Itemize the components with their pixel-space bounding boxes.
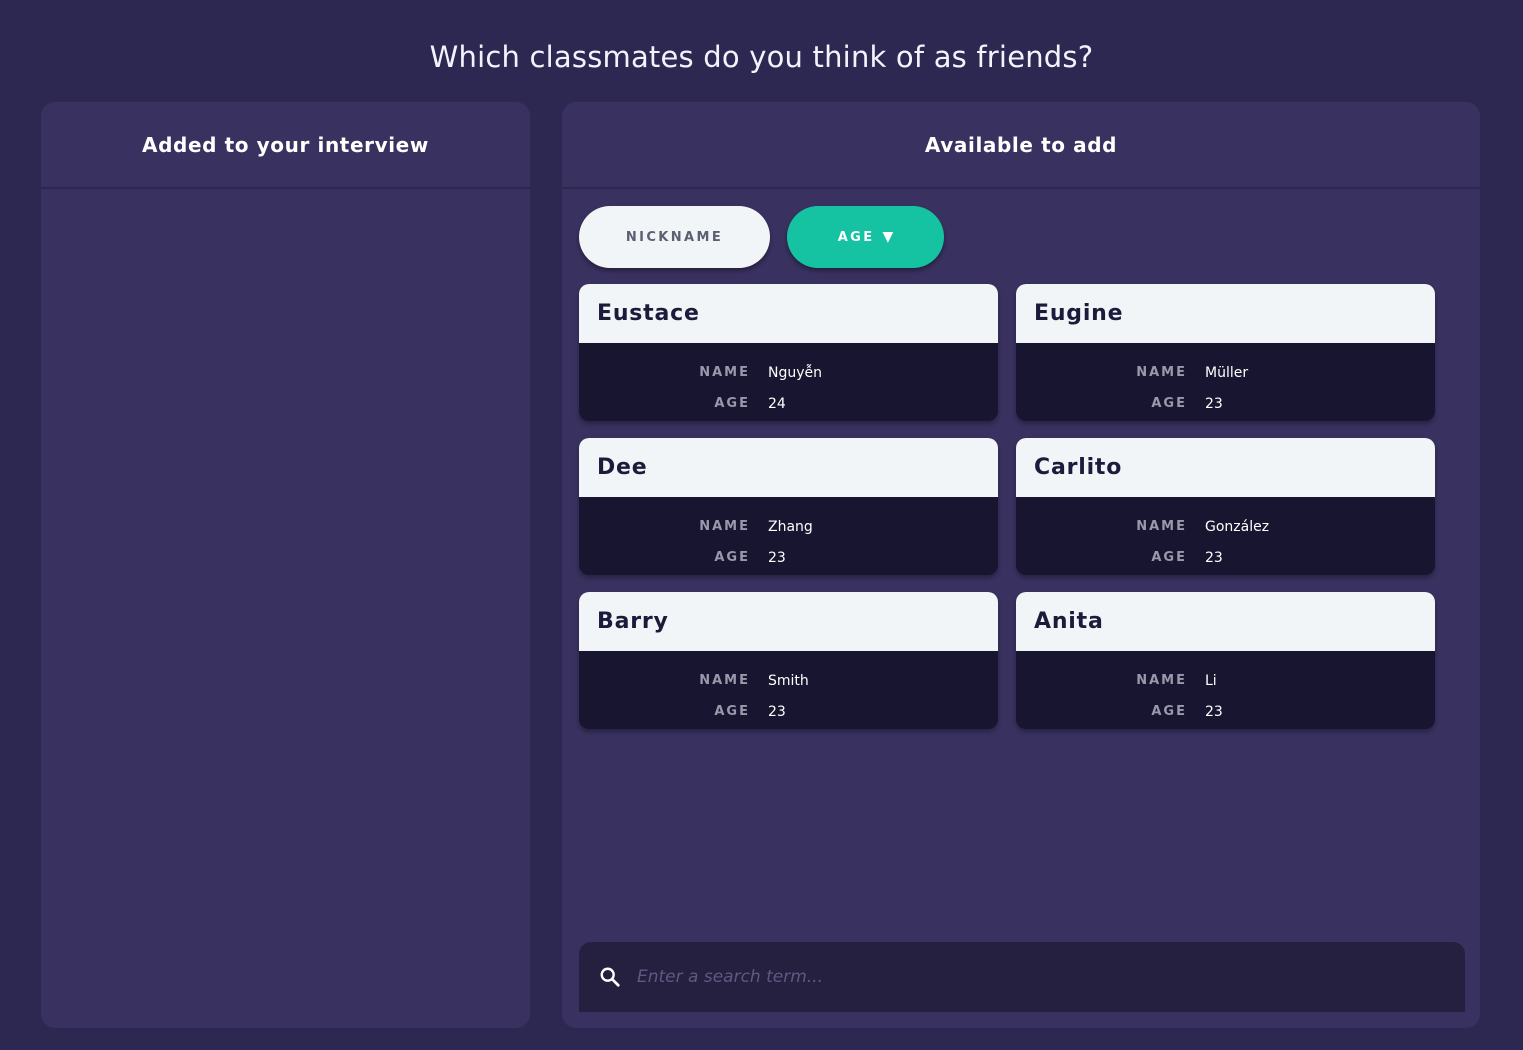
card-nickname: Carlito [1016, 438, 1435, 497]
name-row: NAME González [1016, 511, 1435, 542]
available-panel: Available to add NICKNAME AGE ▼ Eustace N… [562, 102, 1480, 1028]
age-row: AGE 23 [1016, 388, 1435, 419]
card-details: NAME González AGE 23 [1016, 497, 1435, 573]
search-input[interactable] [637, 967, 1417, 987]
person-card[interactable]: Eustace NAME Nguyễn AGE 24 [579, 284, 998, 421]
card-nickname: Barry [579, 592, 998, 651]
name-label: NAME [699, 519, 750, 534]
sort-descending-icon: ▼ [882, 229, 894, 245]
name-row: NAME Smith [579, 665, 998, 696]
card-nickname: Dee [579, 438, 998, 497]
name-label: NAME [1136, 673, 1187, 688]
age-row: AGE 23 [1016, 696, 1435, 727]
available-panel-title: Available to add [562, 102, 1480, 189]
name-value: Zhang [768, 518, 813, 535]
name-row: NAME Li [1016, 665, 1435, 696]
card-details: NAME Zhang AGE 23 [579, 497, 998, 573]
name-label: NAME [1136, 519, 1187, 534]
name-value: Smith [768, 672, 809, 689]
name-row: NAME Müller [1016, 357, 1435, 388]
name-row: NAME Nguyễn [579, 357, 998, 388]
person-card[interactable]: Carlito NAME González AGE 23 [1016, 438, 1435, 575]
age-row: AGE 23 [579, 542, 998, 573]
name-label: NAME [1136, 365, 1187, 380]
age-row: AGE 24 [579, 388, 998, 419]
sort-nickname-button[interactable]: NICKNAME [579, 206, 770, 268]
age-label: AGE [714, 396, 750, 411]
added-panel[interactable]: Added to your interview [41, 102, 530, 1028]
age-value: 23 [1205, 395, 1223, 412]
age-value: 23 [768, 703, 786, 720]
sort-age-button[interactable]: AGE ▼ [787, 206, 944, 268]
age-label: AGE [714, 704, 750, 719]
age-row: AGE 23 [579, 696, 998, 727]
added-panel-title: Added to your interview [41, 102, 530, 189]
name-label: NAME [699, 365, 750, 380]
age-label: AGE [1151, 396, 1187, 411]
person-card[interactable]: Anita NAME Li AGE 23 [1016, 592, 1435, 729]
name-row: NAME Zhang [579, 511, 998, 542]
age-row: AGE 23 [1016, 542, 1435, 573]
name-value: Müller [1205, 364, 1249, 381]
name-value: Nguyễn [768, 364, 823, 381]
search-icon [600, 967, 620, 987]
card-nickname: Anita [1016, 592, 1435, 651]
card-nickname: Eustace [579, 284, 998, 343]
age-value: 23 [1205, 549, 1223, 566]
question-prompt: Which classmates do you think of as frie… [429, 40, 1094, 74]
card-details: NAME Li AGE 23 [1016, 651, 1435, 727]
card-details: NAME Smith AGE 23 [579, 651, 998, 727]
age-label: AGE [1151, 550, 1187, 565]
person-card[interactable]: Dee NAME Zhang AGE 23 [579, 438, 998, 575]
sort-age-label: AGE [837, 229, 875, 245]
age-label: AGE [714, 550, 750, 565]
age-value: 23 [768, 549, 786, 566]
sort-nickname-label: NICKNAME [625, 229, 724, 245]
search-bar[interactable] [579, 942, 1465, 1012]
age-value: 24 [768, 395, 786, 412]
age-value: 23 [1205, 703, 1223, 720]
age-label: AGE [1151, 704, 1187, 719]
person-card[interactable]: Barry NAME Smith AGE 23 [579, 592, 998, 729]
card-details: NAME Müller AGE 23 [1016, 343, 1435, 419]
name-value: González [1205, 518, 1270, 535]
name-value: Li [1205, 672, 1217, 689]
card-grid: Eustace NAME Nguyễn AGE 24 Eugine NAME Müller AG… [579, 284, 1435, 729]
sort-bar: NICKNAME AGE ▼ [579, 206, 944, 268]
card-details: NAME Nguyễn AGE 24 [579, 343, 998, 419]
card-nickname: Eugine [1016, 284, 1435, 343]
name-label: NAME [699, 673, 750, 688]
person-card[interactable]: Eugine NAME Müller AGE 23 [1016, 284, 1435, 421]
